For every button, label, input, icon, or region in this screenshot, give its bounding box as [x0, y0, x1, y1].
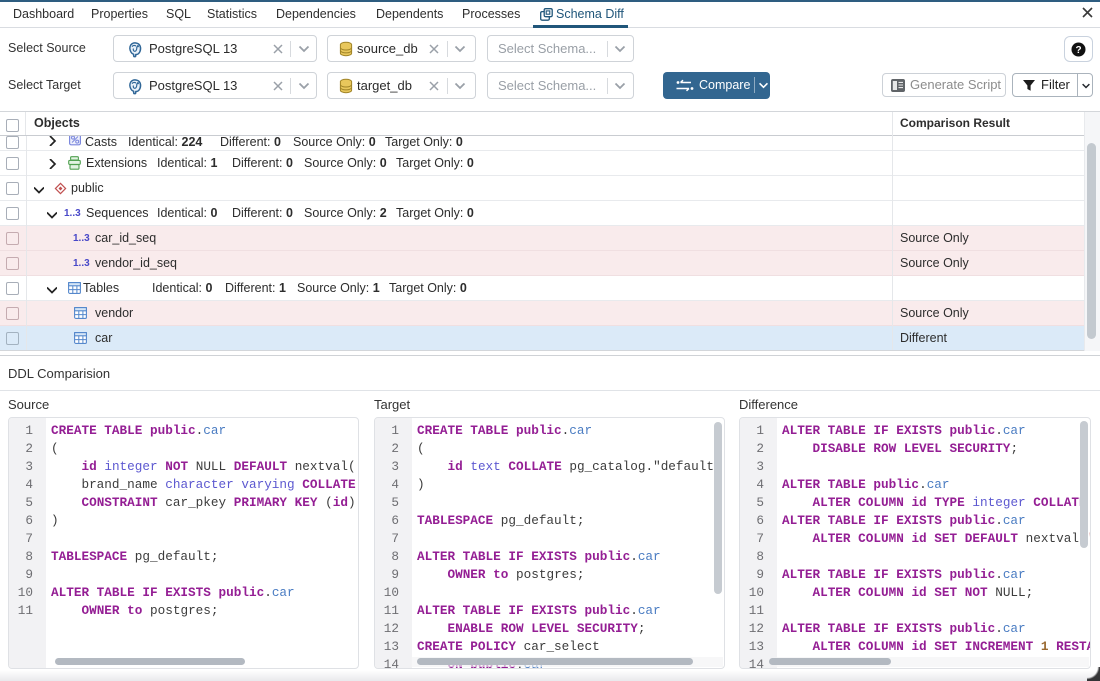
svg-text:?: ?: [1075, 45, 1081, 56]
